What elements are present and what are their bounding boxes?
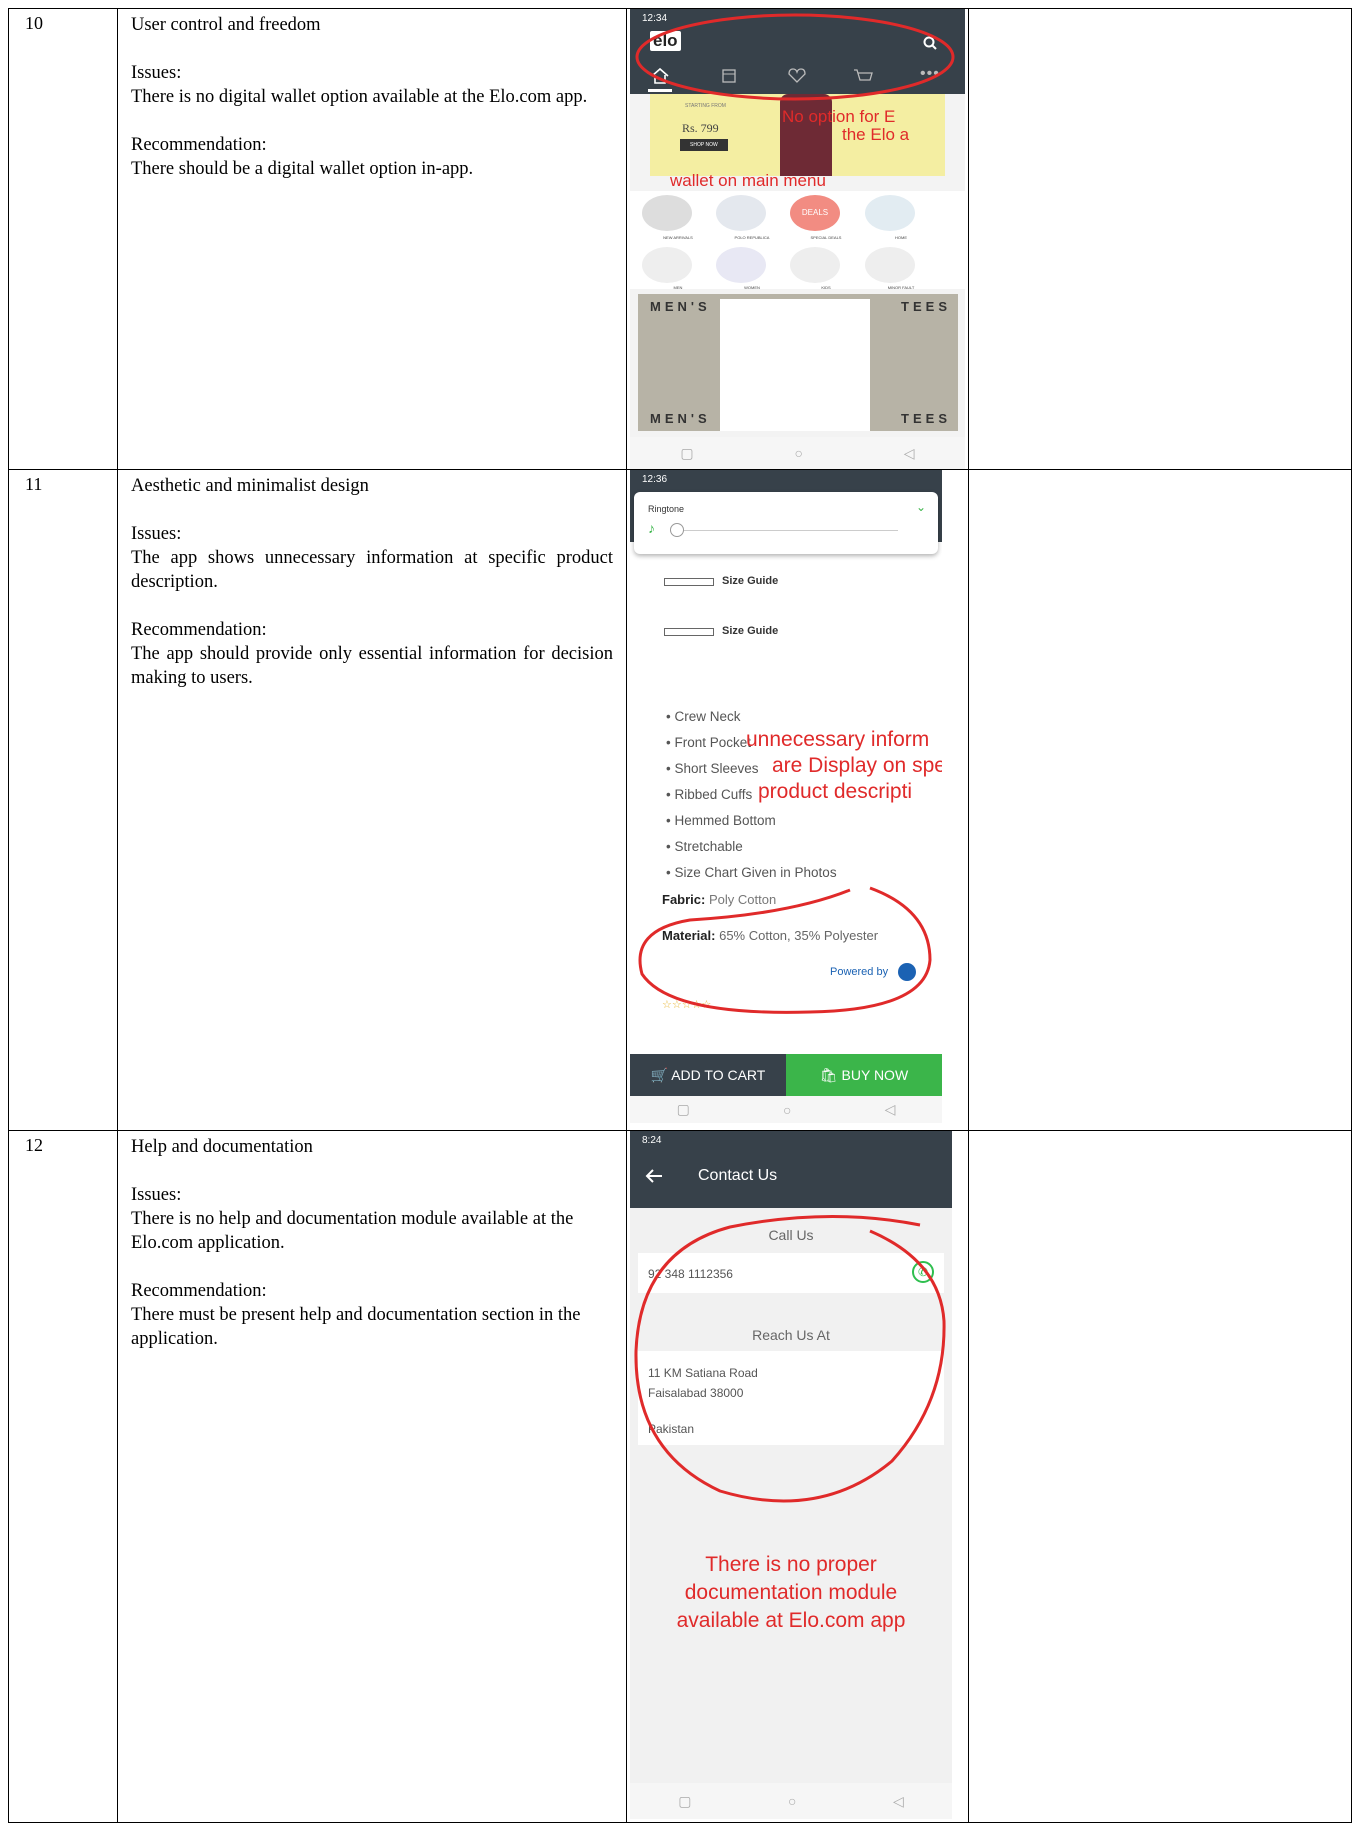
back-icon[interactable]: ◁ [885, 1101, 896, 1118]
annotation-text: product descripti [758, 780, 913, 803]
category-label[interactable]: NEW ARRIVALS [642, 235, 714, 240]
red-annotation-circle [635, 13, 955, 101]
annotation-text: There is no proper [705, 1553, 877, 1576]
tees-left-label: MEN'S [650, 299, 711, 314]
category-image[interactable] [716, 247, 766, 283]
back-icon[interactable]: ◁ [893, 1793, 904, 1810]
issues-label: Issues: [131, 63, 182, 83]
home-button-icon[interactable]: ○ [783, 1102, 791, 1118]
annotation-text: unnecessary inform [746, 728, 930, 751]
screenshot-cell: 12:34 elo ••• STARTING FROM Rs. 799 SHOP… [626, 8, 969, 470]
table-row: 11 Aesthetic and minimalist design Issue… [8, 469, 1352, 1131]
category-image[interactable] [716, 195, 766, 231]
row-description: Help and documentation Issues: There is … [117, 1130, 627, 1823]
list-item: • Crew Neck [666, 709, 741, 724]
app-screenshot-contact: 8:24 Contact Us Call Us 92 348 1112356 ✆… [630, 1131, 952, 1819]
volume-slider-thumb[interactable] [670, 523, 684, 537]
issues-label: Issues: [131, 1185, 182, 1205]
ruler-icon [664, 628, 714, 636]
issues-label: Issues: [131, 524, 182, 544]
category-label[interactable]: MINOR FAULT [865, 285, 937, 290]
row-description: User control and freedom Issues: There i… [117, 8, 627, 470]
table-row: 10 User control and freedom Issues: Ther… [8, 8, 1352, 470]
empty-cell [968, 8, 1352, 470]
add-to-cart-button[interactable]: 🛒 ADD TO CART [630, 1054, 786, 1096]
heuristic-title: Aesthetic and minimalist design [131, 476, 369, 496]
deals-badge[interactable]: DEALS [790, 195, 840, 231]
category-image[interactable] [865, 247, 915, 283]
issues-text: The app shows unnecessary information at… [131, 548, 613, 592]
size-guide-link[interactable]: Size Guide [722, 575, 778, 587]
issues-text: There is no digital wallet option availa… [131, 87, 588, 107]
status-bar: 8:24 [642, 1135, 662, 1146]
category-image[interactable] [865, 195, 915, 231]
tees-right-label: TEES [901, 411, 951, 426]
recommendation-label: Recommendation: [131, 620, 267, 640]
red-annotation-circle [638, 886, 932, 1014]
home-button-icon[interactable]: ○ [794, 445, 802, 461]
recommendation-label: Recommendation: [131, 1281, 267, 1301]
screenshot-cell: 12:36 Ringtone ⌄ ♪ Size Guide Size Guide… [626, 469, 969, 1131]
tees-left-label: MEN'S [650, 411, 711, 426]
category-label[interactable]: KIDS [790, 285, 862, 290]
ringtone-label: Ringtone [648, 504, 685, 514]
list-item: • Stretchable [666, 839, 743, 854]
size-guide-link[interactable]: Size Guide [722, 625, 778, 637]
empty-cell [968, 469, 1352, 1131]
buy-now-button[interactable]: 🛍 BUY NOW [786, 1054, 942, 1096]
recommendation-text: There must be present help and documenta… [131, 1305, 581, 1349]
row-number: 12 [8, 1130, 118, 1823]
category-label[interactable]: SPECIAL DEALS [790, 235, 862, 240]
category-label[interactable]: POLO REPUBLICA [716, 235, 788, 240]
volume-slider-track[interactable] [670, 530, 898, 531]
category-label[interactable]: MEN [642, 285, 714, 290]
recommendation-text: There should be a digital wallet option … [131, 159, 474, 179]
category-label[interactable]: WOMEN [716, 285, 788, 290]
recommendation-label: Recommendation: [131, 135, 267, 155]
category-image[interactable] [642, 247, 692, 283]
annotation-text: are Display on spe [772, 754, 942, 777]
list-item: • Hemmed Bottom [666, 813, 776, 828]
heuristic-title: Help and documentation [131, 1137, 313, 1157]
android-nav-bar: ▢ ○ ◁ [630, 1783, 952, 1819]
screenshot-cell: 8:24 Contact Us Call Us 92 348 1112356 ✆… [626, 1130, 969, 1823]
category-image[interactable] [790, 247, 840, 283]
ruler-icon [664, 578, 714, 586]
row-number: 10 [8, 8, 118, 470]
annotation-text: documentation module [684, 1581, 898, 1604]
status-bar: 12:36 [642, 474, 668, 485]
annotation-text: wallet on main menu [670, 171, 826, 190]
category-image[interactable] [642, 195, 692, 231]
back-arrow-icon[interactable] [644, 1167, 664, 1185]
mute-icon: ♪ [648, 520, 655, 536]
empty-cell [968, 1130, 1352, 1823]
heuristic-evaluation-table: 10 User control and freedom Issues: Ther… [8, 8, 1352, 1823]
row-description: Aesthetic and minimalist design Issues: … [117, 469, 627, 1131]
table-row: 12 Help and documentation Issues: There … [8, 1130, 1352, 1823]
chevron-down-icon[interactable]: ⌄ [916, 500, 926, 514]
android-nav-bar: ▢ ○ ◁ [630, 1096, 942, 1123]
page-title: Contact Us [698, 1167, 778, 1184]
category-label[interactable]: HOME [865, 235, 937, 240]
row-number: 11 [8, 469, 118, 1131]
shop-now-button[interactable]: SHOP NOW [680, 139, 728, 151]
recent-apps-icon[interactable]: ▢ [677, 1101, 690, 1118]
red-annotation-circle [634, 1215, 946, 1503]
heuristic-title: User control and freedom [131, 15, 321, 35]
annotation-text: available at Elo.com app [676, 1609, 906, 1632]
recent-apps-icon[interactable]: ▢ [678, 1793, 691, 1810]
tees-right-label: TEES [901, 299, 951, 314]
app-screenshot-home: 12:34 elo ••• STARTING FROM Rs. 799 SHOP… [630, 9, 965, 469]
issues-text: There is no help and documentation modul… [131, 1209, 574, 1253]
app-screenshot-product: 12:36 Ringtone ⌄ ♪ Size Guide Size Guide… [630, 470, 942, 1123]
tees-model [720, 299, 870, 431]
android-nav-bar: ▢ ○ ◁ [630, 437, 965, 469]
home-button-icon[interactable]: ○ [788, 1793, 796, 1809]
recommendation-text: The app should provide only essential in… [131, 644, 613, 688]
back-icon[interactable]: ◁ [904, 445, 915, 462]
recent-apps-icon[interactable]: ▢ [680, 445, 693, 462]
